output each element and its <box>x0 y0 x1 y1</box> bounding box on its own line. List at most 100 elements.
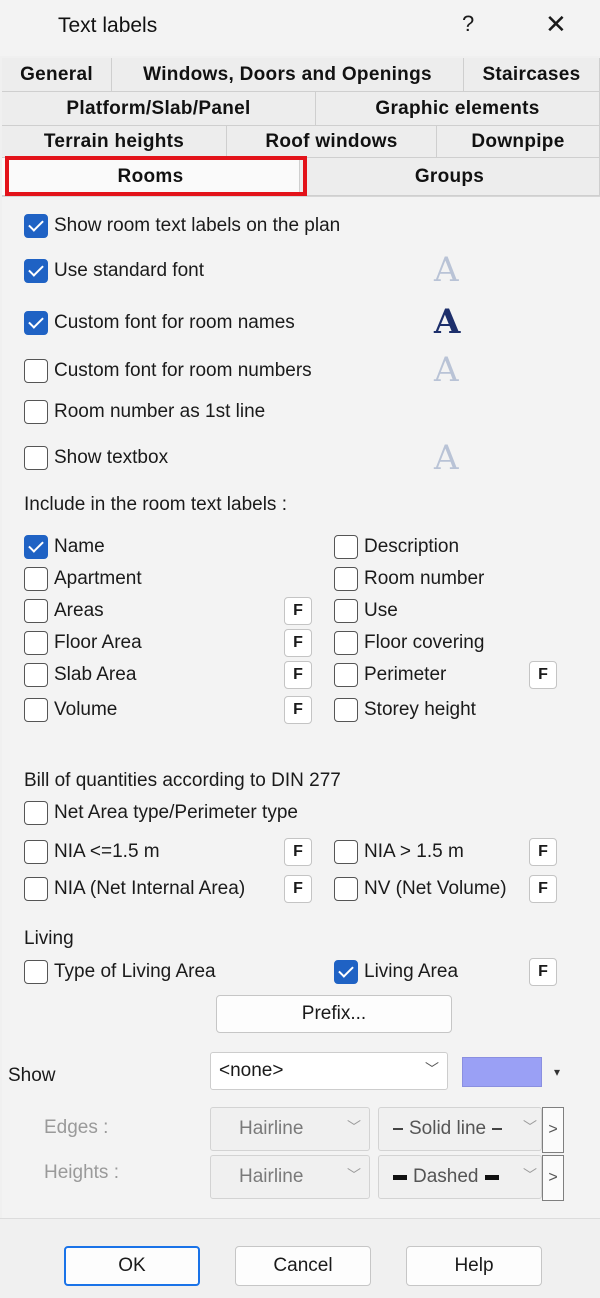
dashed-line-sample <box>484 1174 499 1180</box>
nv-option[interactable]: NV (Net Volume) <box>334 877 507 901</box>
include-storey-height[interactable]: Storey height <box>334 698 476 722</box>
color-swatch[interactable] <box>462 1057 542 1087</box>
names-font-icon[interactable]: A <box>434 302 460 342</box>
numbers-font-icon[interactable]: A <box>434 350 459 390</box>
name-checkbox[interactable] <box>24 535 48 559</box>
volume-format-button[interactable]: F <box>284 696 312 724</box>
floor-covering-checkbox[interactable] <box>334 631 358 655</box>
description-label: Description <box>364 536 460 557</box>
nia-option[interactable]: NIA (Net Internal Area) <box>24 877 245 901</box>
tab-general[interactable]: General <box>2 58 112 92</box>
net-area-type-checkbox[interactable] <box>24 801 48 825</box>
include-volume[interactable]: Volume <box>24 698 117 722</box>
living-type-checkbox[interactable] <box>24 960 48 984</box>
show-select[interactable]: <none> ﹀ <box>210 1052 448 1090</box>
include-areas[interactable]: Areas <box>24 599 104 623</box>
nia-gt-format-button[interactable]: F <box>529 838 557 866</box>
heights-label: Heights : <box>44 1162 119 1183</box>
living-area-format-button[interactable]: F <box>529 958 557 986</box>
tab-terrain-heights[interactable]: Terrain heights <box>2 126 227 158</box>
nv-format-button[interactable]: F <box>529 875 557 903</box>
edges-more-button[interactable]: > <box>542 1107 564 1153</box>
nv-checkbox[interactable] <box>334 877 358 901</box>
heights-more-button[interactable]: > <box>542 1155 564 1201</box>
textbox-checkbox[interactable] <box>24 446 48 470</box>
include-name[interactable]: Name <box>24 535 105 559</box>
ok-button[interactable]: OK <box>64 1246 200 1286</box>
living-area-option[interactable]: Living Area <box>334 960 458 984</box>
nia-gt-checkbox[interactable] <box>334 840 358 864</box>
close-icon[interactable]: ✕ <box>545 9 567 40</box>
tab-platform[interactable]: Platform/Slab/Panel <box>2 92 316 126</box>
include-slab-area[interactable]: Slab Area <box>24 663 136 687</box>
custom-names-option[interactable]: Custom font for room names <box>24 311 295 335</box>
selection-highlight <box>5 156 307 196</box>
nia-format-button[interactable]: F <box>284 875 312 903</box>
tab-staircases[interactable]: Staircases <box>464 58 600 92</box>
living-type-option[interactable]: Type of Living Area <box>24 960 216 984</box>
storey-height-checkbox[interactable] <box>334 698 358 722</box>
number-first-option[interactable]: Room number as 1st line <box>24 400 278 424</box>
include-floor-covering[interactable]: Floor covering <box>334 631 484 655</box>
floor-area-checkbox[interactable] <box>24 631 48 655</box>
help-button[interactable]: Help <box>406 1246 542 1286</box>
include-use[interactable]: Use <box>334 599 398 623</box>
tab-downpipe[interactable]: Downpipe <box>437 126 600 158</box>
color-dropdown-icon[interactable]: ▾ <box>546 1057 568 1087</box>
room-number-checkbox[interactable] <box>334 567 358 591</box>
nia-checkbox[interactable] <box>24 877 48 901</box>
window-title: Text labels <box>58 14 158 37</box>
net-area-type-option[interactable]: Net Area type/Perimeter type <box>24 801 298 825</box>
include-floor-area[interactable]: Floor Area <box>24 631 142 655</box>
standard-font-checkbox[interactable] <box>24 259 48 283</box>
prefix-button[interactable]: Prefix... <box>216 995 452 1033</box>
custom-names-checkbox[interactable] <box>24 311 48 335</box>
tab-roof-windows[interactable]: Roof windows <box>227 126 437 158</box>
tab-graphic-elements[interactable]: Graphic elements <box>316 92 600 126</box>
floor-area-format-button[interactable]: F <box>284 629 312 657</box>
textbox-font-icon[interactable]: A <box>434 438 459 478</box>
edges-line-select[interactable]: Solid line ﹀ <box>378 1107 542 1151</box>
dashed-line-sample <box>393 1174 407 1180</box>
perimeter-format-button[interactable]: F <box>529 661 557 689</box>
slab-area-label: Slab Area <box>54 664 137 685</box>
living-area-checkbox[interactable] <box>334 960 358 984</box>
nia-le-format-button[interactable]: F <box>284 838 312 866</box>
include-apartment[interactable]: Apartment <box>24 567 142 591</box>
show-labels-option[interactable]: Show room text labels on the plan <box>24 214 340 238</box>
number-first-checkbox[interactable] <box>24 400 48 424</box>
textbox-option[interactable]: Show textbox <box>24 446 168 470</box>
chevron-down-icon: ﹀ <box>523 1119 537 1135</box>
include-perimeter[interactable]: Perimeter <box>334 663 446 687</box>
tab-windows-doors[interactable]: Windows, Doors and Openings <box>112 58 464 92</box>
perimeter-checkbox[interactable] <box>334 663 358 687</box>
show-labels-label: Show room text labels on the plan <box>54 215 341 236</box>
nia-gt-option[interactable]: NIA > 1.5 m <box>334 840 464 864</box>
chevron-down-icon: ﹀ <box>425 1061 439 1077</box>
edges-weight-select[interactable]: Hairline ﹀ <box>210 1107 370 1151</box>
volume-checkbox[interactable] <box>24 698 48 722</box>
cancel-button[interactable]: Cancel <box>235 1246 371 1286</box>
font-icon[interactable]: A <box>434 250 459 290</box>
description-checkbox[interactable] <box>334 535 358 559</box>
apartment-checkbox[interactable] <box>24 567 48 591</box>
heights-line-select[interactable]: Dashed ﹀ <box>378 1155 542 1199</box>
heights-weight-select[interactable]: Hairline ﹀ <box>210 1155 370 1199</box>
custom-numbers-checkbox[interactable] <box>24 359 48 383</box>
custom-numbers-option[interactable]: Custom font for room numbers <box>24 359 312 383</box>
tab-groups[interactable]: Groups <box>300 158 600 196</box>
show-labels-checkbox[interactable] <box>24 214 48 238</box>
nia-le-option[interactable]: NIA <=1.5 m <box>24 840 160 864</box>
areas-checkbox[interactable] <box>24 599 48 623</box>
help-icon[interactable]: ? <box>462 11 474 37</box>
slab-area-checkbox[interactable] <box>24 663 48 687</box>
standard-font-option[interactable]: Use standard font <box>24 259 204 283</box>
include-description[interactable]: Description <box>334 535 459 559</box>
use-checkbox[interactable] <box>334 599 358 623</box>
living-heading: Living <box>24 928 74 949</box>
include-room-number[interactable]: Room number <box>334 567 484 591</box>
areas-format-button[interactable]: F <box>284 597 312 625</box>
perimeter-label: Perimeter <box>364 664 447 685</box>
slab-area-format-button[interactable]: F <box>284 661 312 689</box>
nia-le-checkbox[interactable] <box>24 840 48 864</box>
